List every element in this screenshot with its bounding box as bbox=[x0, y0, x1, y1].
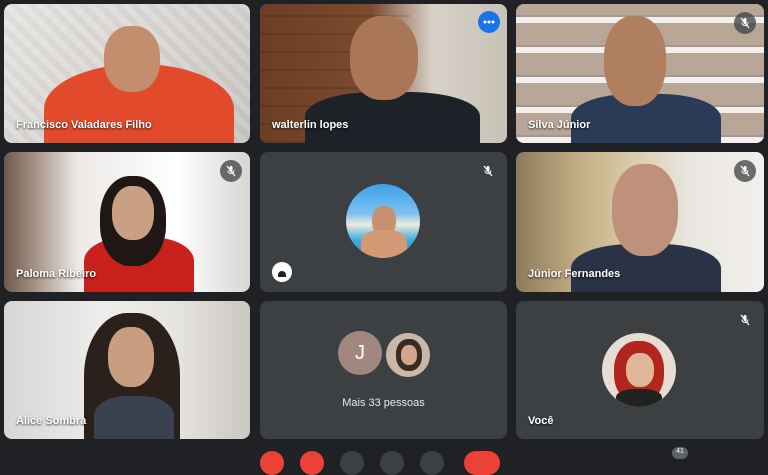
more-options-icon[interactable] bbox=[478, 11, 500, 33]
participant-name: Silva Júnior bbox=[528, 119, 591, 131]
overflow-avatar-initial: J bbox=[338, 331, 382, 375]
participant-count-badge: 41 bbox=[672, 447, 688, 459]
participant-face bbox=[112, 186, 154, 240]
camera-button[interactable] bbox=[300, 451, 324, 475]
participant-tile-walterlin[interactable]: walterlin lopes bbox=[260, 4, 507, 143]
leave-call-button[interactable] bbox=[464, 451, 500, 475]
participant-tile-paloma[interactable]: Paloma Ribeiro bbox=[4, 152, 250, 292]
participant-name: Francisco Valadares Filho bbox=[16, 119, 152, 131]
participant-tile-francisco[interactable]: Francisco Valadares Filho bbox=[4, 4, 250, 143]
participant-face bbox=[350, 16, 418, 100]
participant-avatar bbox=[346, 184, 420, 258]
more-participants-tile[interactable]: J Mais 33 pessoas bbox=[260, 301, 507, 439]
participant-face bbox=[108, 327, 154, 387]
participant-tile-avatar[interactable] bbox=[260, 152, 507, 292]
overflow-avatar-photo bbox=[384, 331, 432, 379]
captions-button[interactable] bbox=[340, 451, 364, 475]
participant-name: Você bbox=[528, 415, 554, 427]
participant-name: Paloma Ribeiro bbox=[16, 268, 97, 280]
participant-video bbox=[305, 92, 480, 143]
mic-button[interactable] bbox=[260, 451, 284, 475]
mic-off-icon bbox=[734, 309, 756, 331]
more-participants-label: Mais 33 pessoas bbox=[342, 397, 425, 409]
present-button[interactable] bbox=[380, 451, 404, 475]
participant-face bbox=[604, 16, 666, 106]
participant-name: Alice Sombra bbox=[16, 415, 87, 427]
self-tile[interactable]: Você bbox=[516, 301, 764, 439]
participant-tile-silva[interactable]: Silva Júnior bbox=[516, 4, 764, 143]
participant-tile-alice[interactable]: Alice Sombra bbox=[4, 301, 250, 439]
mic-off-icon bbox=[734, 12, 756, 34]
mic-off-icon bbox=[220, 160, 242, 182]
self-avatar bbox=[602, 333, 676, 407]
participant-face bbox=[612, 164, 678, 256]
participant-tile-junior-fernandes[interactable]: Júnior Fernandes bbox=[516, 152, 764, 292]
participant-face bbox=[104, 26, 160, 92]
overflow-initial: J bbox=[355, 341, 365, 364]
mic-off-icon bbox=[734, 160, 756, 182]
participant-video bbox=[94, 396, 174, 439]
options-button[interactable] bbox=[420, 451, 444, 475]
mic-off-icon bbox=[477, 160, 499, 182]
participant-name: walterlin lopes bbox=[272, 119, 349, 131]
participant-name: Júnior Fernandes bbox=[528, 268, 621, 280]
audio-level-icon bbox=[272, 262, 292, 282]
